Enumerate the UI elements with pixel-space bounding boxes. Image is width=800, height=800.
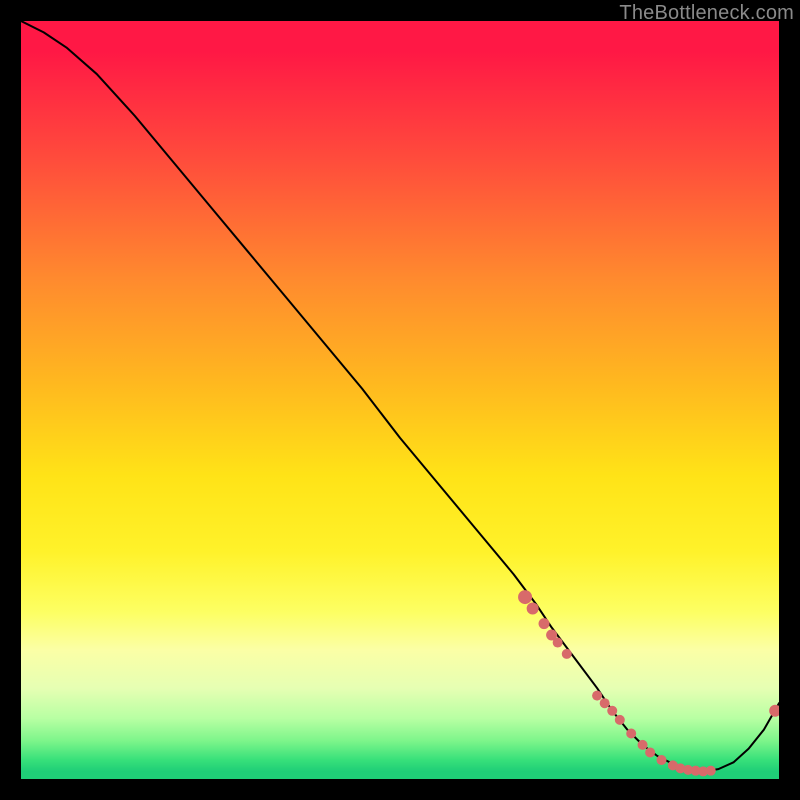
chart-stage: TheBottleneck.com xyxy=(0,0,800,800)
highlight-point xyxy=(600,698,610,708)
highlight-point xyxy=(539,618,550,629)
bottleneck-curve-path xyxy=(21,21,779,771)
curve-layer xyxy=(21,21,779,779)
highlight-point xyxy=(553,638,563,648)
highlight-point xyxy=(706,766,716,776)
highlight-points xyxy=(518,590,779,776)
highlight-point xyxy=(592,691,602,701)
highlight-point xyxy=(615,715,625,725)
highlight-point xyxy=(527,602,539,614)
highlight-point xyxy=(607,706,617,716)
highlight-point xyxy=(626,729,636,739)
watermark-text: TheBottleneck.com xyxy=(619,2,794,25)
highlight-point xyxy=(645,747,655,757)
highlight-point xyxy=(562,649,572,659)
highlight-point xyxy=(518,590,532,604)
highlight-point xyxy=(657,755,667,765)
highlight-point xyxy=(769,705,779,717)
plot-area xyxy=(21,21,779,779)
highlight-point xyxy=(638,740,648,750)
bottleneck-curve xyxy=(21,21,779,771)
